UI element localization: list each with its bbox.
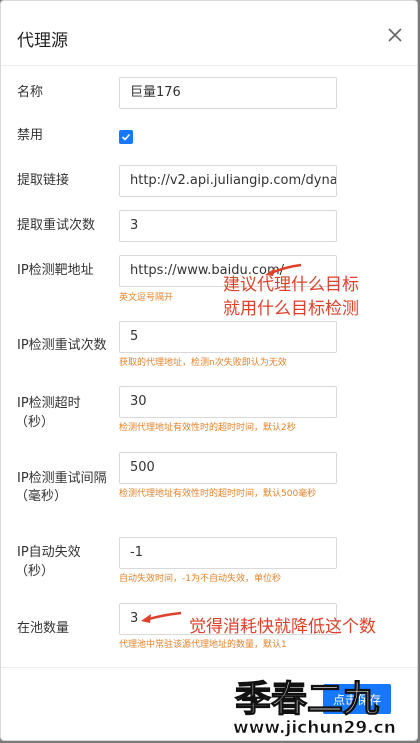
disabled-checkbox[interactable] [119,130,133,144]
pool-arrow-icon [141,611,182,623]
pool-size-label: 在池数量 [17,621,70,636]
check-timeout-help: 检测代理地址有效性时的超时时间，默认2秒 [119,423,296,433]
name-label: 名称 [17,85,44,100]
check-interval-label: IP检测重试间隔 [17,471,107,486]
check-timeout-unit: （秒） [15,415,55,430]
fetch-url-label: 提取链接 [17,173,70,188]
name-input[interactable]: 巨量176 [119,77,337,109]
check-timeout-input[interactable]: 30 [119,386,337,418]
checkmark-icon [121,133,131,141]
auto-expire-help: 自动失效时间，-1为不自动失效，单位秒 [119,574,281,584]
disabled-label: 禁用 [17,128,44,143]
save-button[interactable]: 点击保存 [323,684,391,714]
auto-expire-input[interactable]: -1 [119,537,337,569]
fetch-url-input[interactable]: http://v2.api.juliangip.com/dynamic [119,165,337,197]
check-timeout-label: IP检测超时 [17,396,81,411]
check-retries-label: IP检测重试次数 [17,338,107,353]
pool-annotation: 觉得消耗快就降低这个数 [189,617,376,637]
target-annotation-line2: 就用什么目标检测 [223,299,359,319]
auto-expire-unit: （秒） [15,564,55,579]
check-retries-help: 获取的代理地址，检测n次失败即认为无效 [119,358,287,368]
auto-expire-label: IP自动失效 [17,545,81,560]
footer-divider [1,667,417,668]
close-icon[interactable] [387,27,403,43]
check-interval-input[interactable]: 500 [119,452,337,484]
proxy-source-modal: 代理源 名称 巨量176 禁用 提取链接 http://v2.api.julia… [0,0,418,741]
target-annotation-line1: 建议代理什么目标 [223,275,359,295]
modal-title: 代理源 [17,31,68,51]
check-target-label: IP检测靶地址 [17,263,94,278]
check-interval-help: 检测代理地址有效性时的超时时间，默认500毫秒 [119,489,317,499]
modal-header: 代理源 [1,1,417,66]
check-retries-input[interactable]: 5 [119,321,337,353]
watermark-url: www.jichun29.cn [233,718,396,738]
fetch-retries-input[interactable]: 3 [119,210,337,242]
check-interval-unit: （毫秒） [15,489,68,504]
fetch-retries-label: 提取重试次数 [17,218,96,233]
